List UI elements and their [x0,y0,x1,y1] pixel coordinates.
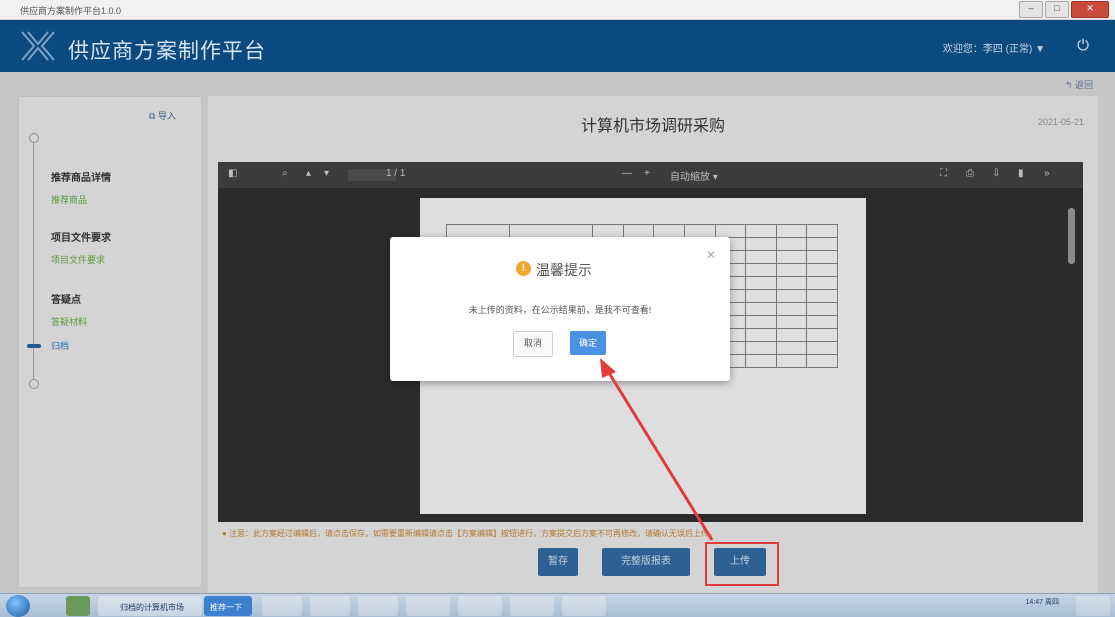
window-title-bar: 供应商方案制作平台1.0.0 – □ ✕ [0,0,1115,20]
fullscreen-icon[interactable]: ⛶ [940,168,947,179]
show-desktop-button[interactable] [1076,596,1110,616]
power-icon[interactable]: ⏻ [1077,37,1089,54]
pdf-scrollbar[interactable] [1068,208,1075,264]
zoom-out-icon[interactable]: — [622,168,632,179]
document-date: 2021-05-21 [1037,117,1084,127]
user-menu[interactable]: 欢迎您：李四 (正常) ▼ [943,40,1045,55]
import-label: 导入 [157,111,176,121]
taskbar: 归档的计算机市场 推荐一下 14:47 周四 [0,593,1115,617]
zoom-in-icon[interactable]: + [644,168,650,179]
ie-task-label: 归档的计算机市场 [120,603,184,612]
dialog-message: 未上传的资料，在公示结果前，是我不可查看! [468,305,652,315]
step-title[interactable]: 推荐商品详情 [51,169,111,184]
next-page-icon[interactable]: ▾ [324,168,329,179]
logo-icon [21,31,55,61]
active-task[interactable]: 推荐一下 [204,596,252,616]
folder-icon[interactable] [406,596,450,616]
more-tools-icon[interactable]: » [1044,168,1050,179]
window-icon[interactable] [458,596,502,616]
app-icon[interactable] [66,596,90,616]
start-button[interactable] [6,595,30,617]
window-controls: – □ ✕ [1019,1,1109,18]
sidebar: ⧉ 导入 推荐商品详情 推荐商品 项目文件要求 项目文件要求 答疑点 答疑材料 … [18,96,202,588]
notice-text: ● 注意：此方案经过编辑后，请点击保存，如需要重新编辑请点击【方案编辑】按钮进行… [222,529,718,538]
app-title: 供应商方案制作平台 [68,40,266,63]
action-buttons: 暂存 完整版报表 上传 [208,542,1098,586]
green-app-icon[interactable] [358,596,398,616]
active-step-label[interactable]: 归档 [51,339,69,352]
import-button[interactable]: ⧉ 导入 [149,109,176,122]
import-icon: ⧉ [149,111,156,121]
zoom-value: 自动缩放 [670,172,710,183]
app-header: 供应商方案制作平台 欢迎您：李四 (正常) ▼ ⏻ [0,20,1115,72]
page-indicator: 1 / 1 [386,168,406,179]
search-icon[interactable]: ⌕ [282,168,288,179]
dialog-title: 温馨提示 [536,262,592,278]
full-report-button[interactable]: 完整版报表 [602,548,690,576]
timeline-dot [29,133,39,143]
active-task-label: 推荐一下 [210,603,242,612]
close-icon[interactable]: ✕ [706,248,716,262]
document-title: 计算机市场调研采购 [580,118,725,135]
browser-icon[interactable] [562,596,606,616]
back-link[interactable]: ↰ 返回 [1065,78,1093,91]
m-app-icon[interactable] [510,596,554,616]
sidebar-toggle-icon[interactable]: ◧ [228,168,237,179]
active-step-marker [27,344,41,348]
confirm-button[interactable]: 确定 [570,331,606,355]
highlight-box [705,542,779,586]
timeline-dot [29,379,39,389]
zoom-select[interactable]: 自动缩放 ▾ [670,168,718,183]
close-window-button[interactable]: ✕ [1071,1,1109,18]
print-icon[interactable]: ⎙ [966,168,974,179]
maximize-button[interactable]: □ [1045,1,1069,18]
back-icon: ↰ [1064,80,1073,90]
cancel-button[interactable]: 取消 [513,331,553,357]
alert-dialog: ✕ ! 温馨提示 未上传的资料，在公示结果前，是我不可查看! 取消 确定 [390,237,730,381]
warning-icon: ! [516,261,531,276]
clock[interactable]: 14:47 周四 [1026,597,1059,607]
step-sub[interactable]: 推荐商品 [51,193,87,206]
table-row [446,224,838,238]
qq-icon[interactable] [262,596,302,616]
save-button[interactable]: 暂存 [538,548,578,576]
minimize-button[interactable]: – [1019,1,1043,18]
back-label: 返回 [1074,80,1093,90]
step-sub[interactable]: 项目文件要求 [51,253,105,266]
download-icon[interactable]: ⇩ [992,168,1000,179]
ie-task[interactable]: 归档的计算机市场 [98,596,202,616]
step-title[interactable]: 项目文件要求 [51,229,111,244]
prev-page-icon[interactable]: ▴ [306,168,311,179]
chrome-icon[interactable] [310,596,350,616]
step-sub[interactable]: 答疑材料 [51,315,87,328]
bookmark-icon[interactable]: ▮ [1018,168,1024,179]
window-title: 供应商方案制作平台1.0.0 [20,6,122,16]
pdf-toolbar: ◧ ⌕ ▴ ▾ 1 / 1 — + 自动缩放 ▾ ⛶ ⎙ ⇩ ▮ » [218,162,1083,188]
step-title[interactable]: 答疑点 [51,291,81,306]
